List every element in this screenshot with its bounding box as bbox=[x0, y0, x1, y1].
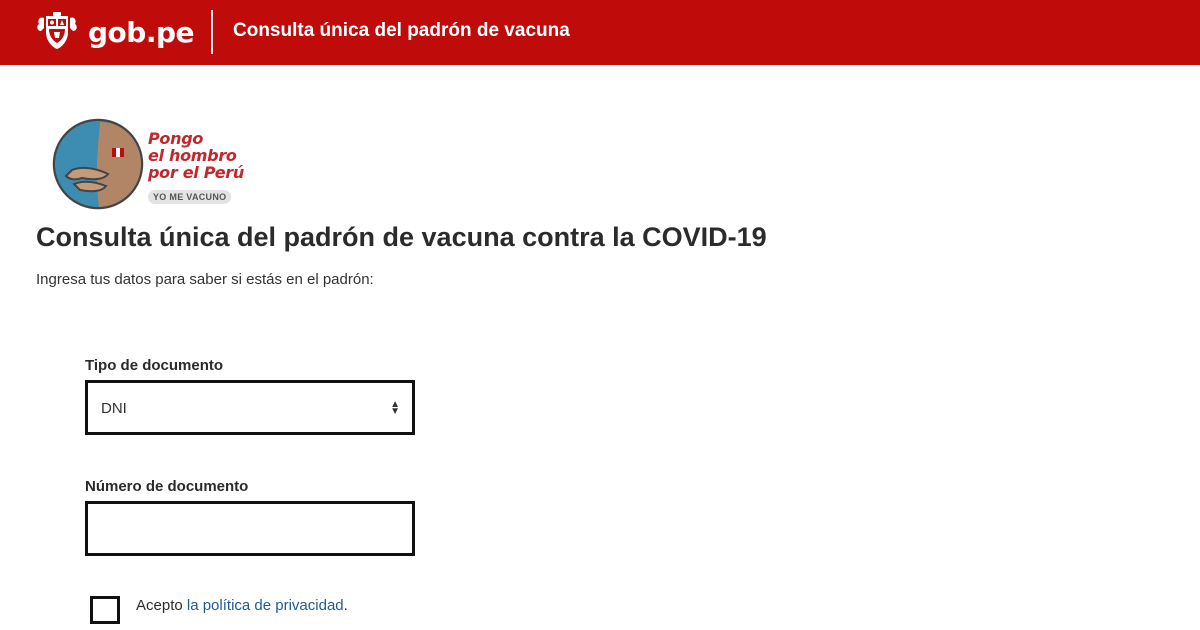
slogan-line: por el Perú bbox=[148, 163, 244, 182]
brand-text: gob.pe bbox=[88, 15, 195, 49]
doc-type-selected-value: DNI bbox=[101, 400, 127, 417]
header-divider bbox=[211, 10, 213, 54]
top-header-bar: gob.pe Consulta única del padrón de vacu… bbox=[0, 0, 1200, 65]
vaccinated-shoulder-icon bbox=[52, 118, 144, 210]
doc-type-select[interactable]: DNI ▲ ▼ bbox=[85, 380, 415, 435]
slogan-line: Pongo bbox=[148, 129, 204, 148]
header-title: Consulta única del padrón de vacuna bbox=[233, 20, 570, 41]
accept-prefix: Acepto bbox=[136, 597, 187, 614]
doc-number-input[interactable] bbox=[85, 501, 415, 556]
slogan-line: el hombro bbox=[148, 146, 237, 165]
gob-pe-logo-link[interactable]: gob.pe bbox=[36, 10, 195, 54]
campaign-slogan: Pongo el hombro por el Perú bbox=[148, 130, 244, 181]
privacy-checkbox[interactable] bbox=[90, 596, 120, 624]
peru-coat-of-arms-icon bbox=[37, 12, 77, 49]
page-title: Consulta única del padrón de vacuna cont… bbox=[36, 222, 767, 252]
campaign-tagline: YO ME VACUNO bbox=[148, 190, 232, 204]
campaign-logo: Pongo el hombro por el Perú YO ME VACUNO bbox=[52, 118, 252, 213]
privacy-consent-text: Acepto la política de privacidad. bbox=[136, 597, 348, 614]
doc-number-label: Número de documento bbox=[85, 478, 249, 495]
accept-suffix: . bbox=[343, 597, 348, 614]
page-subtitle: Ingresa tus datos para saber si estás en… bbox=[36, 271, 374, 288]
privacy-policy-link[interactable]: la política de privacidad bbox=[187, 597, 344, 614]
select-updown-arrow-icon: ▲ ▼ bbox=[390, 399, 400, 417]
doc-type-label: Tipo de documento bbox=[85, 357, 224, 374]
